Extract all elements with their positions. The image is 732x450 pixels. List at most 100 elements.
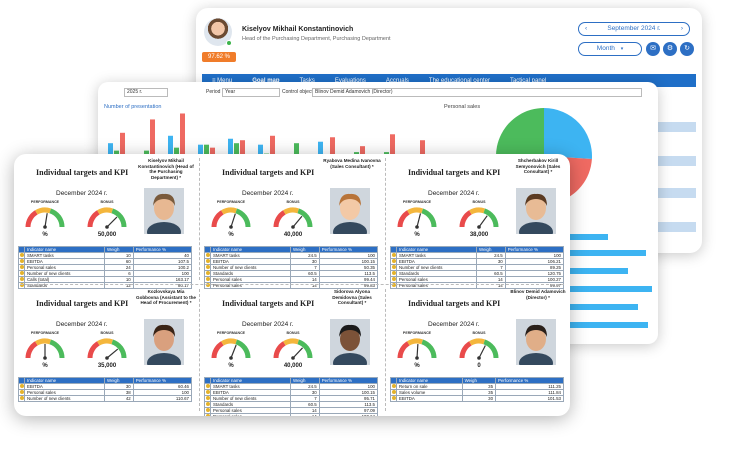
table-row[interactable]: EBITDA 30 101.53 xyxy=(390,395,564,402)
date-selector-label: September 2024 г. xyxy=(607,25,661,32)
performance-value: % xyxy=(228,232,234,238)
performance-gauge-label: PERFORMANCE xyxy=(30,200,60,204)
performance-gauge-dial xyxy=(397,207,437,229)
performance-gauge-label: PERFORMANCE xyxy=(216,200,246,204)
bonus-value: 35,000 xyxy=(97,363,117,369)
bonus-gauge-label: BONUS xyxy=(472,331,486,335)
period-select[interactable]: Month ▾ xyxy=(578,42,642,56)
chat-icon: ✉ xyxy=(650,45,656,52)
chat-button[interactable]: ✉ xyxy=(646,42,660,56)
kpi-card: Individual targets and KPI Kiselyov Mikh… xyxy=(14,154,198,289)
performance-gauge-label: PERFORMANCE xyxy=(216,331,246,335)
gear-icon: ⚙ xyxy=(666,45,674,52)
bonus-gauge: BONUS 50,000 xyxy=(84,200,130,240)
analytics-toolbar: 2025 г. Period Year Control object Blino… xyxy=(104,88,650,98)
performance-value: % xyxy=(414,363,420,369)
kpi-table: Indicator name Weigh Performance % Retur… xyxy=(390,377,564,402)
performance-value: % xyxy=(42,363,48,369)
refresh-button[interactable]: ↻ xyxy=(680,42,694,56)
pie-slice xyxy=(544,108,593,160)
card-title: Individual targets and KPI xyxy=(36,168,129,177)
bonus-value: 38,000 xyxy=(469,232,489,238)
performance-gauge-dial xyxy=(211,207,251,229)
performance-value: % xyxy=(414,232,420,238)
employee-name: Ryabova Medina Ivanovna (Sales Consultan… xyxy=(323,158,381,169)
card-date: December 2024 г. xyxy=(56,321,108,328)
performance-gauge-dial xyxy=(25,207,65,229)
period-select-label: Month xyxy=(596,45,615,52)
employee-photo xyxy=(144,188,184,234)
indicator-weight: 30 xyxy=(461,395,497,402)
bonus-gauge: BONUS 35,000 xyxy=(84,331,130,371)
performance-badge: 97.62 % xyxy=(202,52,236,62)
performance-gauge-label: PERFORMANCE xyxy=(402,200,432,204)
refresh-icon: ↻ xyxy=(684,45,690,52)
card-date: December 2024 г. xyxy=(428,190,480,197)
control-object-select[interactable]: Blinov Demid Adamovich (Director) xyxy=(312,88,642,97)
employee-photo xyxy=(330,188,370,234)
card-title: Individual targets and KPI xyxy=(222,299,315,308)
card-divider xyxy=(199,289,200,411)
performance-gauge-dial xyxy=(25,338,65,360)
table-row[interactable]: Personal sales 14 100.64 xyxy=(204,413,379,416)
settings-button[interactable]: ⚙ xyxy=(663,42,677,56)
kpi-table: Indicator name Weigh Performance % SMART… xyxy=(204,246,379,289)
bonus-gauge-dial xyxy=(459,338,499,360)
bonus-gauge-label: BONUS xyxy=(472,200,486,204)
chevron-left-icon[interactable]: ‹ xyxy=(585,23,587,35)
performance-value: % xyxy=(228,363,234,369)
performance-gauge-dial xyxy=(211,338,251,360)
row-divider xyxy=(20,284,564,285)
bonus-value: 50,000 xyxy=(97,232,117,238)
indicator-weight: 42 xyxy=(104,395,134,402)
bonus-value: 0 xyxy=(477,363,481,369)
bonus-gauge-dial xyxy=(87,338,127,360)
indicator-performance: 101.53 xyxy=(495,395,564,402)
card-date: December 2024 г. xyxy=(242,190,294,197)
employee-photo xyxy=(516,319,556,365)
employee-name: Sidorova Alyona Demidovna (Sales Consult… xyxy=(332,289,372,306)
kpi-table: Indicator name Weigh Performance % SMART… xyxy=(204,377,379,416)
year-select[interactable]: 2025 г. xyxy=(124,88,168,97)
employee-photo xyxy=(516,188,556,234)
performance-gauge: PERFORMANCE % xyxy=(208,331,254,371)
bonus-gauge-label: BONUS xyxy=(100,200,114,204)
period-type-select[interactable]: Year xyxy=(222,88,280,97)
bonus-gauge-label: BONUS xyxy=(286,331,300,335)
bonus-gauge: BONUS 0 xyxy=(456,331,502,371)
indicator-name: Personal sales xyxy=(209,413,292,416)
user-name: Kiselyov Mikhail Konstantinovich xyxy=(242,26,354,33)
card-title: Individual targets and KPI xyxy=(408,299,501,308)
bonus-gauge-label: BONUS xyxy=(100,331,114,335)
table-row[interactable]: Number of new clients 42 110.67 xyxy=(18,395,193,402)
card-title: Individual targets and KPI xyxy=(408,168,501,177)
indicator-name: EBITDA xyxy=(396,395,463,402)
kpi-table: Indicator name Weigh Performance % EBITD… xyxy=(18,377,193,402)
employee-photo xyxy=(330,319,370,365)
bonus-gauge: BONUS 40,000 xyxy=(270,331,316,371)
performance-gauge: PERFORMANCE % xyxy=(22,331,68,371)
employee-photo xyxy=(144,319,184,365)
card-date: December 2024 г. xyxy=(56,190,108,197)
date-selector[interactable]: ‹ September 2024 г. › xyxy=(578,22,690,36)
user-department: Head of the Purchasing Department, Purch… xyxy=(242,36,391,42)
kpi-cards-window: Individual targets and KPI Kiselyov Mikh… xyxy=(14,154,570,416)
performance-gauge: PERFORMANCE % xyxy=(394,200,440,240)
kpi-table: Indicator name Weigh Performance % SMART… xyxy=(390,246,565,289)
period-label: Period xyxy=(206,89,221,95)
card-date: December 2024 г. xyxy=(242,321,294,328)
bonus-value: 40,000 xyxy=(283,232,303,238)
horizontal-bars xyxy=(568,234,652,328)
performance-gauge: PERFORMANCE % xyxy=(394,331,440,371)
performance-gauge-dial xyxy=(397,338,437,360)
card-divider xyxy=(385,158,386,280)
kpi-card: Individual targets and KPI Ryabova Medin… xyxy=(200,154,384,289)
performance-gauge: PERFORMANCE % xyxy=(208,200,254,240)
card-title: Individual targets and KPI xyxy=(36,299,129,308)
performance-gauge-label: PERFORMANCE xyxy=(402,331,432,335)
control-object-label: Control object xyxy=(282,89,313,95)
bonus-gauge-label: BONUS xyxy=(286,200,300,204)
bonus-gauge-dial xyxy=(87,207,127,229)
card-date: December 2024 г. xyxy=(428,321,480,328)
chevron-right-icon[interactable]: › xyxy=(681,23,683,35)
